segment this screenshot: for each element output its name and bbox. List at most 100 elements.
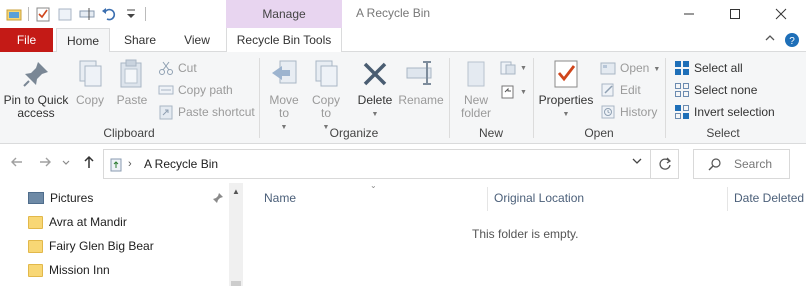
new-item-button[interactable]: ▼ bbox=[500, 58, 527, 78]
new-folder-icon[interactable] bbox=[57, 6, 73, 22]
history-icon bbox=[601, 105, 615, 119]
invert-selection-button[interactable]: Invert selection bbox=[674, 102, 775, 122]
copy-button[interactable]: Copy bbox=[72, 58, 108, 107]
column-header-name[interactable]: Name bbox=[264, 183, 296, 213]
history-label: History bbox=[620, 105, 658, 119]
paste-label: Paste bbox=[116, 93, 148, 107]
maximize-icon bbox=[730, 9, 740, 19]
collapse-ribbon-button[interactable] bbox=[762, 32, 778, 48]
rename-button[interactable]: Rename bbox=[398, 58, 444, 107]
column-divider[interactable] bbox=[487, 187, 488, 211]
folder-icon bbox=[28, 215, 43, 229]
window-title: A Recycle Bin bbox=[356, 6, 431, 20]
history-button[interactable]: History bbox=[600, 102, 657, 122]
rename-icon[interactable] bbox=[79, 6, 95, 22]
rename-label: Rename bbox=[398, 93, 444, 107]
pin-icon[interactable] bbox=[212, 192, 224, 207]
folder-app-icon[interactable] bbox=[6, 6, 22, 22]
select-group-label: Select bbox=[706, 126, 740, 140]
easy-access-button[interactable]: ▼ bbox=[500, 82, 527, 102]
minimize-button[interactable] bbox=[666, 0, 712, 28]
open-icon bbox=[600, 62, 616, 75]
nav-item-mission-inn[interactable]: Mission Inn bbox=[28, 259, 110, 281]
new-folder-button[interactable]: New folder bbox=[456, 58, 496, 120]
back-button[interactable] bbox=[8, 155, 26, 173]
breadcrumb-separator-icon: › bbox=[128, 158, 132, 170]
folder-icon bbox=[28, 263, 43, 277]
nav-item-label: Pictures bbox=[50, 191, 94, 205]
nav-item-label: Fairy Glen Big Bear bbox=[49, 239, 154, 253]
recent-locations-button[interactable] bbox=[60, 155, 72, 173]
nav-item-avra-at-mandir[interactable]: Avra at Mandir bbox=[28, 211, 127, 233]
open-button[interactable]: Open ▼ bbox=[600, 58, 660, 78]
address-history-button[interactable] bbox=[632, 150, 642, 178]
copy-path-button[interactable]: Copy path bbox=[158, 80, 233, 100]
refresh-icon bbox=[658, 157, 671, 170]
select-none-icon bbox=[675, 83, 689, 97]
select-none-button[interactable]: Select none bbox=[674, 80, 757, 100]
navigation-pane: Pictures Avra at Mandir Fairy Glen Big B… bbox=[0, 183, 244, 286]
select-all-button[interactable]: Select all bbox=[674, 58, 743, 78]
paste-icon bbox=[120, 59, 142, 88]
minimize-icon bbox=[684, 13, 694, 15]
delete-x-icon bbox=[363, 62, 387, 86]
tab-home[interactable]: Home bbox=[56, 28, 110, 53]
edit-button[interactable]: Edit bbox=[600, 80, 641, 100]
paste-shortcut-icon bbox=[159, 105, 173, 120]
properties-label: Properties bbox=[538, 93, 594, 107]
toolbar-divider bbox=[145, 7, 146, 21]
navigation-bar: › A Recycle Bin Search A... bbox=[0, 145, 806, 199]
select-group: Select all Select none Invert selection … bbox=[666, 54, 780, 142]
properties-icon[interactable] bbox=[35, 6, 51, 22]
nav-item-pictures[interactable]: Pictures bbox=[28, 187, 93, 209]
delete-button[interactable]: Delete ▼ bbox=[356, 58, 394, 121]
ribbon: Pin to Quick access Copy Paste Cut Copy … bbox=[0, 52, 806, 144]
help-icon: ? bbox=[785, 33, 799, 47]
scrollbar-thumb[interactable] bbox=[231, 281, 241, 286]
file-list-pane: ⌄ Name Original Location Date Deleted Th… bbox=[244, 181, 806, 286]
new-folder-label: New folder bbox=[460, 93, 492, 120]
tab-file[interactable]: File bbox=[0, 28, 53, 52]
pin-quick-access-button[interactable]: Pin to Quick access bbox=[2, 58, 70, 120]
rename-icon bbox=[406, 61, 432, 85]
copy-icon bbox=[79, 60, 102, 87]
up-button[interactable] bbox=[80, 155, 98, 173]
organize-group: Move to ▼ Copy to ▼ Delete ▼ Rename Orga… bbox=[260, 54, 448, 142]
paste-button[interactable]: Paste bbox=[112, 58, 152, 107]
tab-share[interactable]: Share bbox=[112, 28, 168, 52]
scissors-icon bbox=[159, 61, 173, 75]
nav-item-fairy-glen-big-bear[interactable]: Fairy Glen Big Bear bbox=[28, 235, 154, 257]
column-divider[interactable] bbox=[727, 187, 728, 211]
invert-selection-icon bbox=[675, 105, 689, 119]
nav-item-label: Mission Inn bbox=[49, 263, 110, 277]
copy-label: Copy bbox=[75, 93, 104, 107]
copy-to-button[interactable]: Copy to ▼ bbox=[308, 58, 344, 134]
navigation-pane-scrollbar[interactable]: ▲ bbox=[229, 183, 243, 286]
forward-button[interactable] bbox=[36, 155, 54, 173]
address-bar[interactable]: › A Recycle Bin bbox=[103, 149, 651, 179]
tab-recycle-bin-tools[interactable]: Recycle Bin Tools bbox=[226, 28, 342, 52]
scroll-up-icon[interactable]: ▲ bbox=[231, 187, 241, 196]
search-box[interactable]: Search A... bbox=[693, 149, 790, 199]
refresh-button[interactable] bbox=[651, 149, 679, 179]
customize-toolbar-icon[interactable] bbox=[123, 6, 139, 22]
close-icon bbox=[775, 8, 787, 20]
breadcrumb-recycle-bin[interactable]: A Recycle Bin bbox=[144, 150, 218, 178]
chevron-down-icon: ▼ bbox=[520, 65, 527, 72]
column-header-date-deleted[interactable]: Date Deleted bbox=[734, 183, 804, 213]
move-to-button[interactable]: Move to ▼ bbox=[266, 58, 302, 134]
cut-button[interactable]: Cut bbox=[158, 58, 197, 78]
column-header-original-location[interactable]: Original Location bbox=[494, 183, 584, 213]
chevron-down-icon bbox=[62, 160, 70, 165]
help-button[interactable]: ? bbox=[784, 32, 800, 48]
properties-button[interactable]: Properties ▼ bbox=[538, 58, 594, 121]
paste-shortcut-button[interactable]: Paste shortcut bbox=[158, 102, 255, 122]
close-button[interactable] bbox=[758, 0, 804, 28]
arrow-left-icon bbox=[11, 157, 22, 167]
arrow-up-icon bbox=[84, 155, 94, 168]
maximize-button[interactable] bbox=[712, 0, 758, 28]
new-folder-icon bbox=[467, 61, 485, 87]
tab-view[interactable]: View bbox=[170, 28, 224, 52]
cut-label: Cut bbox=[178, 61, 197, 75]
undo-icon[interactable] bbox=[101, 6, 117, 22]
